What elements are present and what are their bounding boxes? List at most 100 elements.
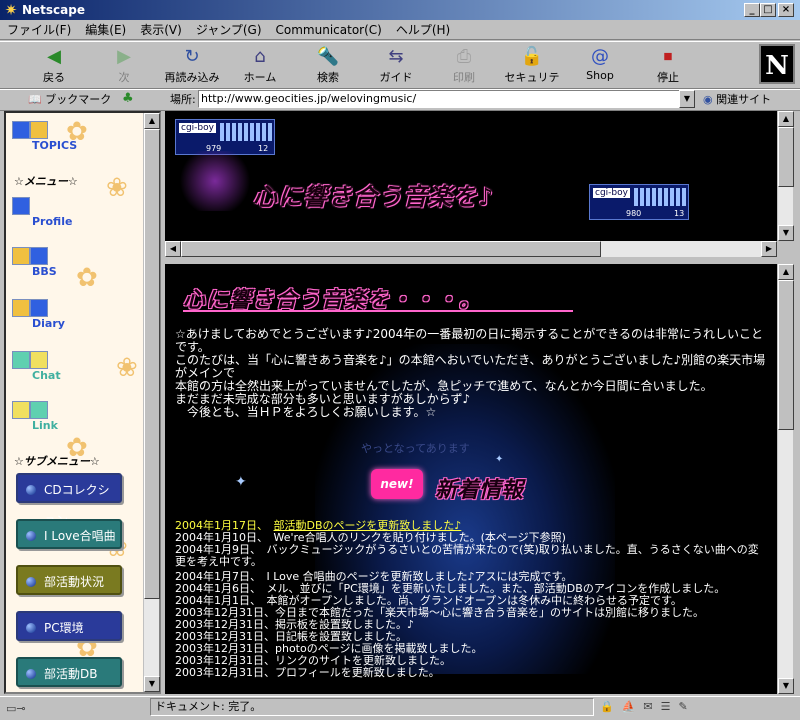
banner-title: 心に響き合う音楽を♪ (253, 183, 495, 211)
nav-chat[interactable]: Chat (12, 351, 61, 382)
nav-label: Diary (32, 317, 65, 330)
bullet-icon (26, 669, 36, 679)
flower-decoration-icon: ✿ (76, 263, 98, 293)
navigation-toolbar: ◀戻る ▶次 ↻再読み込み ⌂ホーム 🔦検索 ⇆ガイド ⎙印刷 🔓セキュリティ … (0, 41, 800, 100)
nav-bbs[interactable]: BBS (12, 247, 57, 278)
heading-underline (183, 310, 573, 312)
navigator-icon[interactable]: ⛵ (622, 700, 644, 713)
reload-icon: ↻ (184, 46, 200, 67)
news-item: 2004年1月7日、 I Love 合唱曲のページを更新致しました♪アスには完成… (175, 570, 573, 583)
sub-cd-collection-button[interactable]: CDコレクション (16, 473, 122, 527)
mail-icon[interactable]: ✉ (643, 700, 660, 713)
scroll-down-icon[interactable]: ▼ (778, 678, 794, 694)
counter-bars (220, 123, 272, 141)
content-frame-scrollbar[interactable]: ▲ ▼ (777, 264, 794, 694)
close-button[interactable]: × (778, 3, 794, 17)
scroll-thumb[interactable] (778, 127, 794, 187)
maximize-button[interactable]: □ (760, 3, 776, 17)
menu-edit[interactable]: 編集(E) (78, 20, 133, 40)
bullet-icon (26, 485, 36, 495)
nav-square-icon (30, 121, 48, 139)
url-dropdown-button[interactable]: ▼ (679, 90, 695, 108)
related-icon: ◉ (703, 93, 713, 106)
minimize-button[interactable]: _ (744, 3, 760, 17)
nav-square-icon (30, 351, 48, 369)
page-proxy-icon[interactable]: ♣ (122, 91, 134, 106)
sub-club-status-button[interactable]: 部活動状況 (16, 565, 122, 595)
nav-label: BBS (32, 265, 57, 278)
scroll-left-icon[interactable]: ◀ (165, 241, 181, 257)
menu-go[interactable]: ジャンプ(G) (189, 20, 269, 40)
sub-pc-env-button[interactable]: PC環境 (16, 611, 122, 641)
news-item: 2003年12月31日、リンクのサイトを更新致しました。 (175, 654, 451, 667)
back-arrow-icon: ◀ (47, 46, 61, 67)
scroll-up-icon[interactable]: ▲ (778, 264, 794, 280)
news-item: 2004年1月10日、 We're合唱人のリンクを貼り付けました。(本ページ下参… (175, 531, 566, 544)
back-button[interactable]: ◀ 戻る (22, 44, 86, 88)
related-sites-button[interactable]: ◉ 関連サイト (703, 91, 771, 109)
nav-square-icon (30, 401, 48, 419)
scroll-thumb[interactable] (144, 129, 160, 599)
url-input[interactable]: http://www.geocities.jp/welovingmusic/ (198, 90, 680, 108)
menu-view[interactable]: 表示(V) (133, 20, 189, 40)
news-item: 2004年1月6日、 メル、並びに「PC環境」を更新いたしました。また、部活動D… (175, 582, 726, 595)
chevron-down-icon: ▼ (683, 94, 691, 103)
star-icon: ✦ (495, 454, 504, 465)
flower-decoration-icon: ❀ (106, 173, 128, 203)
nav-label: Chat (32, 369, 61, 382)
bullet-icon (26, 577, 36, 587)
news-title: 新着情報 (435, 478, 524, 503)
news-item: 2004年1月9日、 バックミュージックがうるさいとの苦情が来たので(笑)取り払… (175, 543, 759, 568)
security-lock-icon[interactable]: 🔒 (600, 700, 622, 713)
discussion-icon[interactable]: ☰ (661, 700, 679, 713)
home-button[interactable]: ⌂ ホーム (228, 44, 292, 88)
nav-profile[interactable]: Profile (12, 197, 72, 228)
menu-communicator[interactable]: Communicator(C) (269, 20, 389, 40)
banner-frame-hscrollbar[interactable]: ◀ ▶ (165, 241, 777, 257)
nav-topics[interactable]: TOPICS (12, 121, 77, 152)
composer-icon[interactable]: ✎ (679, 700, 696, 713)
component-bar[interactable]: 🔒⛵✉☰✎ (600, 700, 796, 716)
nav-diary[interactable]: Diary (12, 299, 65, 330)
shop-button[interactable]: @ Shop (568, 44, 632, 88)
menu-file[interactable]: ファイル(F) (0, 20, 78, 40)
title-bar: ✷ Netscape _ □ × (0, 0, 800, 20)
scroll-thumb[interactable] (778, 280, 794, 430)
security-button[interactable]: 🔓セキュリティ (500, 44, 564, 100)
new-badge: new! (371, 469, 423, 499)
stop-button[interactable]: ⏹ 停止 (636, 44, 700, 88)
scroll-down-icon[interactable]: ▼ (778, 225, 794, 241)
scroll-down-icon[interactable]: ▼ (144, 676, 160, 692)
home-icon: ⌂ (254, 46, 266, 67)
left-frame-scrollbar[interactable]: ▲ ▼ (143, 113, 160, 692)
reload-button[interactable]: ↻ 再読み込み (160, 44, 224, 88)
menu-help[interactable]: ヘルプ(H) (389, 20, 457, 40)
left-nav-frame: ✿ ❀ ✿ ❀ ✿ ❀ ✿ TOPICS ☆メニュー☆ Profile BBS … (4, 111, 161, 694)
scroll-up-icon[interactable]: ▲ (144, 113, 160, 129)
star-icon: ✦ (235, 474, 247, 490)
news-item: 2003年12月31日、掲示板を設置致しました。♪ (175, 618, 415, 631)
lock-icon: 🔓 (520, 46, 544, 67)
nav-square-icon (30, 299, 48, 317)
netscape-logo-icon: ✷ (4, 1, 18, 19)
scroll-right-icon[interactable]: ▶ (761, 241, 777, 257)
sub-i-love-chorus-button[interactable]: I Love合唱曲 (16, 519, 122, 549)
forward-button[interactable]: ▶ 次 (92, 44, 156, 88)
netscape-brand-logo[interactable]: N (759, 44, 795, 84)
menu-bar: ファイル(F) 編集(E) 表示(V) ジャンプ(G) Communicator(C) ヘ… (0, 20, 800, 40)
bullet-icon (26, 623, 36, 633)
shop-icon: @ (591, 46, 609, 67)
print-button[interactable]: ⎙ 印刷 (432, 44, 496, 88)
search-button[interactable]: 🔦 検索 (296, 44, 360, 88)
scroll-up-icon[interactable]: ▲ (778, 111, 794, 127)
bullet-icon (26, 531, 36, 541)
access-counter: cgi-boy 980 13 (589, 184, 689, 220)
banner-frame-vscrollbar[interactable]: ▲ ▼ (777, 111, 794, 241)
nav-square-icon (30, 247, 48, 265)
guide-button[interactable]: ⇆ ガイド (364, 44, 428, 88)
sub-club-db-button[interactable]: 部活動DB (16, 657, 122, 687)
scroll-thumb[interactable] (181, 241, 601, 257)
submenu-heading: ☆サブメニュー☆ (14, 455, 100, 468)
nav-link[interactable]: Link (12, 401, 58, 432)
bookmarks-button[interactable]: 📖 ブックマーク (28, 91, 111, 109)
